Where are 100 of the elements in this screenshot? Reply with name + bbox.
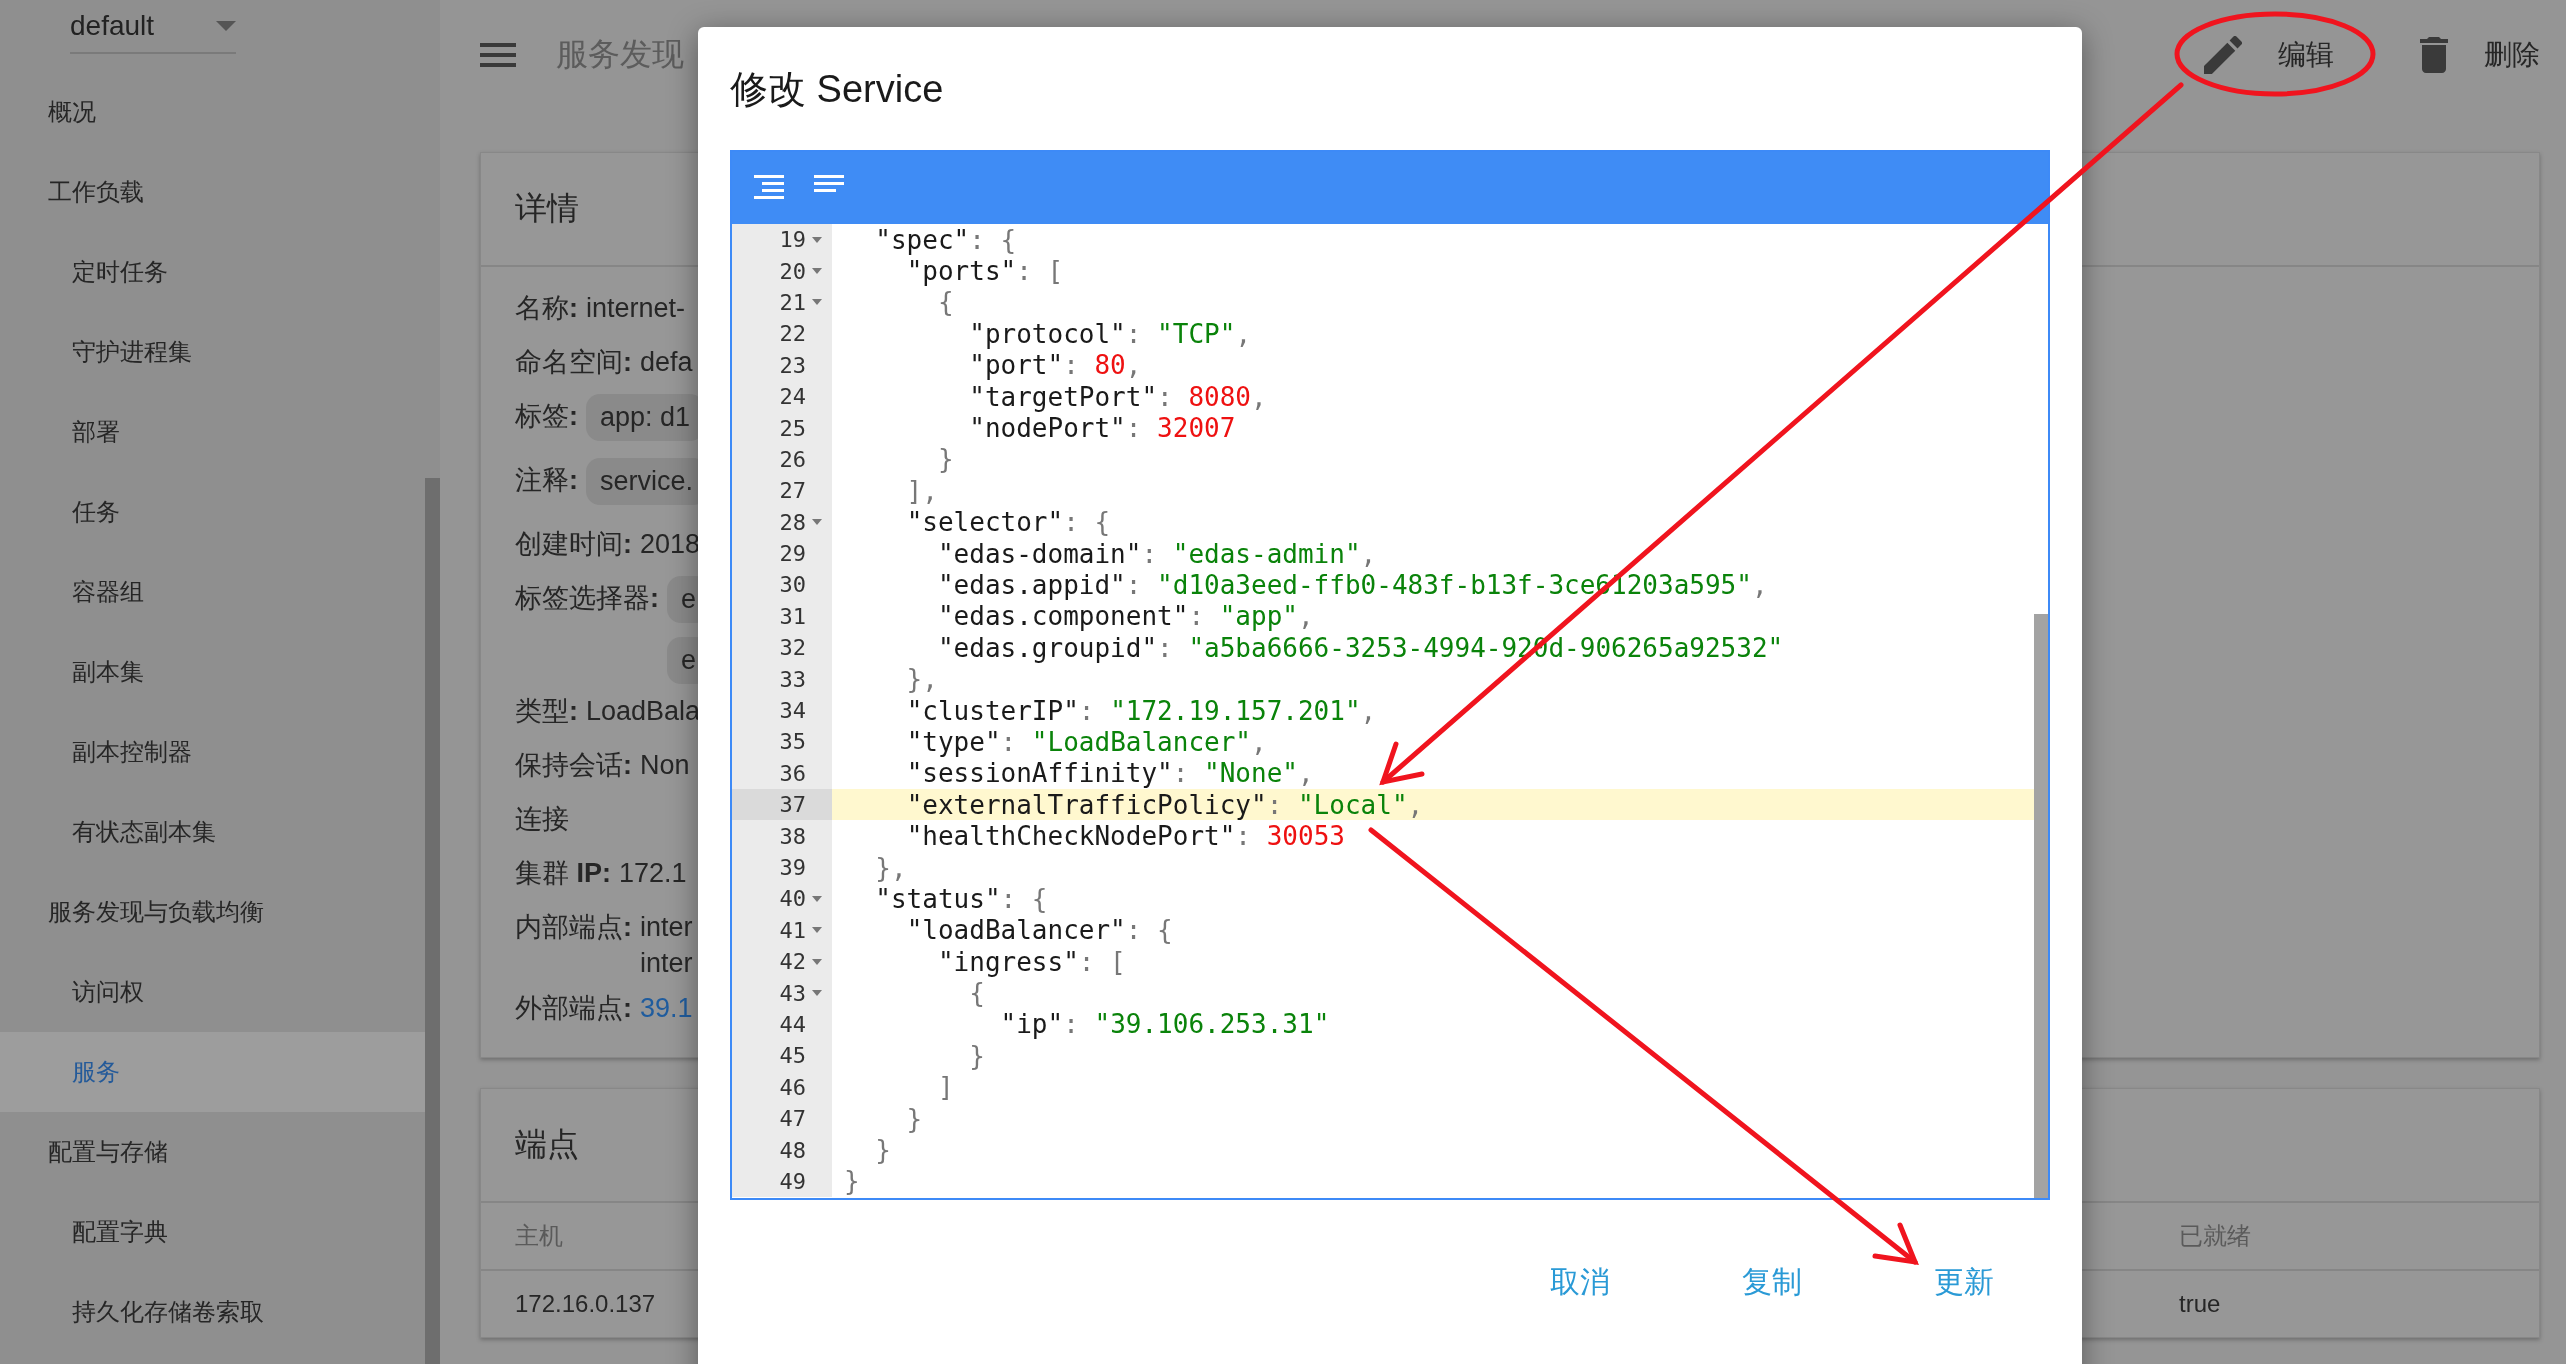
fold-icon[interactable] (812, 927, 822, 934)
line-number: 36 (779, 760, 806, 786)
code-line: }, (905, 664, 938, 695)
sidebar-item[interactable]: 配置字典 (0, 1192, 425, 1272)
code-line: "edas-domain": "edas-admin", (936, 538, 1377, 569)
sidebar-item[interactable]: 概况 (0, 72, 425, 152)
line-number: 44 (779, 1011, 806, 1037)
code-line: "ports": [ (905, 256, 1064, 287)
field-value: inter (640, 947, 693, 980)
fold-icon[interactable] (812, 268, 822, 275)
field-value: 172.1 (619, 857, 687, 890)
code-line: "spec": { (874, 224, 1017, 255)
line-number: 26 (779, 446, 806, 472)
sidebar-item[interactable]: 定时任务 (0, 232, 425, 312)
line-number: 45 (779, 1043, 806, 1069)
code-line: } (968, 1040, 985, 1071)
sidebar-item[interactable]: 副本集 (0, 632, 425, 712)
fold-icon[interactable] (812, 519, 822, 526)
line-number: 35 (779, 729, 806, 755)
field-label: 外部端点: (515, 992, 632, 1025)
code-line: "protocol": "TCP", (968, 318, 1252, 349)
field-value: internet- (586, 292, 686, 325)
sidebar-item[interactable]: 副本控制器 (0, 712, 425, 792)
code-line: "type": "LoadBalancer", (905, 726, 1267, 757)
code-line: "ip": "39.106.253.31" (999, 1009, 1330, 1040)
scrollbar[interactable] (2034, 614, 2048, 1198)
pencil-icon (2204, 36, 2242, 74)
code-line: "externalTrafficPolicy": "Local", (905, 789, 1424, 820)
line-number: 47 (779, 1106, 806, 1132)
card-title: 端点 (515, 1125, 579, 1164)
dialog-button[interactable]: 更新 (1904, 1252, 2024, 1313)
code-editor[interactable] (730, 150, 2050, 1200)
code-line: "edas.component": "app", (936, 601, 1314, 632)
line-number: 37 (779, 792, 806, 818)
line-number: 19 (779, 227, 806, 253)
code-line: } (874, 1135, 891, 1165)
dialog-title: 修改 Service (730, 66, 944, 112)
code-line: "port": 80, (968, 350, 1142, 381)
line-number: 41 (779, 917, 806, 943)
fold-icon[interactable] (812, 299, 822, 306)
line-number: 28 (779, 509, 806, 535)
line-number: 25 (779, 415, 806, 441)
code-line: } (936, 444, 954, 475)
line-number: 38 (779, 823, 806, 849)
field-label: 保持会话: (515, 749, 632, 782)
line-number: 49 (779, 1168, 806, 1194)
field-label: 注释: (515, 464, 578, 497)
sidebar-item[interactable]: 配置与存储 (0, 1112, 425, 1192)
sidebar-item[interactable]: 工作负载 (0, 152, 425, 232)
line-number: 20 (779, 258, 806, 284)
dialog-button[interactable]: 取消 (1520, 1252, 1640, 1313)
field-label: 标签: (515, 400, 578, 433)
line-number: 23 (779, 352, 806, 378)
line-number: 30 (779, 572, 806, 598)
line-number: 48 (779, 1137, 806, 1163)
fold-icon[interactable] (812, 895, 822, 902)
page-title: 服务发现 (556, 35, 685, 74)
code-line: "selector": { (905, 507, 1111, 538)
fold-icon[interactable] (812, 990, 822, 997)
edit-button[interactable]: 编辑 (2184, 28, 2334, 82)
endpoint-link[interactable]: 39.1 (640, 981, 693, 1035)
sidebar-item[interactable]: 守护进程集 (0, 312, 425, 392)
line-number: 32 (779, 635, 806, 661)
sidebar-item[interactable]: 服务 (0, 1032, 425, 1112)
scrollbar[interactable] (425, 478, 440, 1364)
sidebar-item[interactable]: 部署 (0, 392, 425, 472)
table-cell: true (2179, 1290, 2221, 1318)
line-number: 29 (779, 541, 806, 567)
sidebar-item[interactable]: 访问权 (0, 952, 425, 1032)
field-label: 集群 IP: (515, 857, 612, 890)
sidebar-item[interactable]: 任务 (0, 472, 425, 552)
section-heading: 连接 (515, 803, 569, 836)
delete-button[interactable]: 删除 (2400, 28, 2540, 82)
line-number: 43 (779, 980, 806, 1006)
field-label: 名称: (515, 292, 578, 325)
column-header: 已就绪 (2179, 1221, 2251, 1251)
field-value: LoadBala (586, 695, 701, 728)
fold-icon[interactable] (812, 958, 822, 965)
column-header: 主机 (515, 1221, 563, 1251)
field-label: 创建时间: (515, 528, 632, 561)
namespace-select[interactable]: default (70, 0, 236, 54)
sidebar-item[interactable]: 有状态副本集 (0, 792, 425, 872)
code-line: "sessionAffinity": "None", (905, 758, 1314, 789)
trash-icon (2420, 37, 2448, 73)
fold-icon[interactable] (812, 236, 822, 243)
caret-icon (216, 21, 236, 31)
line-number: 33 (779, 666, 806, 692)
code-line: "nodePort": 32007 (968, 413, 1236, 444)
line-number: 34 (779, 698, 806, 724)
line-number: 39 (779, 855, 806, 880)
field-label: 标签选择器: (515, 582, 659, 615)
code-line: "healthCheckNodePort": 30053 (905, 821, 1345, 852)
sidebar-item[interactable]: 服务发现与负载均衡 (0, 872, 425, 952)
sidebar-item[interactable]: 容器组 (0, 552, 425, 632)
sidebar-item[interactable]: 持久化存储卷索取 (0, 1272, 425, 1352)
code-line: ] (936, 1072, 954, 1103)
code-line: "clusterIP": "172.19.157.201", (905, 695, 1377, 726)
field-value: defa (640, 346, 693, 379)
dialog-button[interactable]: 复制 (1712, 1252, 1832, 1313)
code-line: "loadBalancer": { (905, 915, 1173, 946)
